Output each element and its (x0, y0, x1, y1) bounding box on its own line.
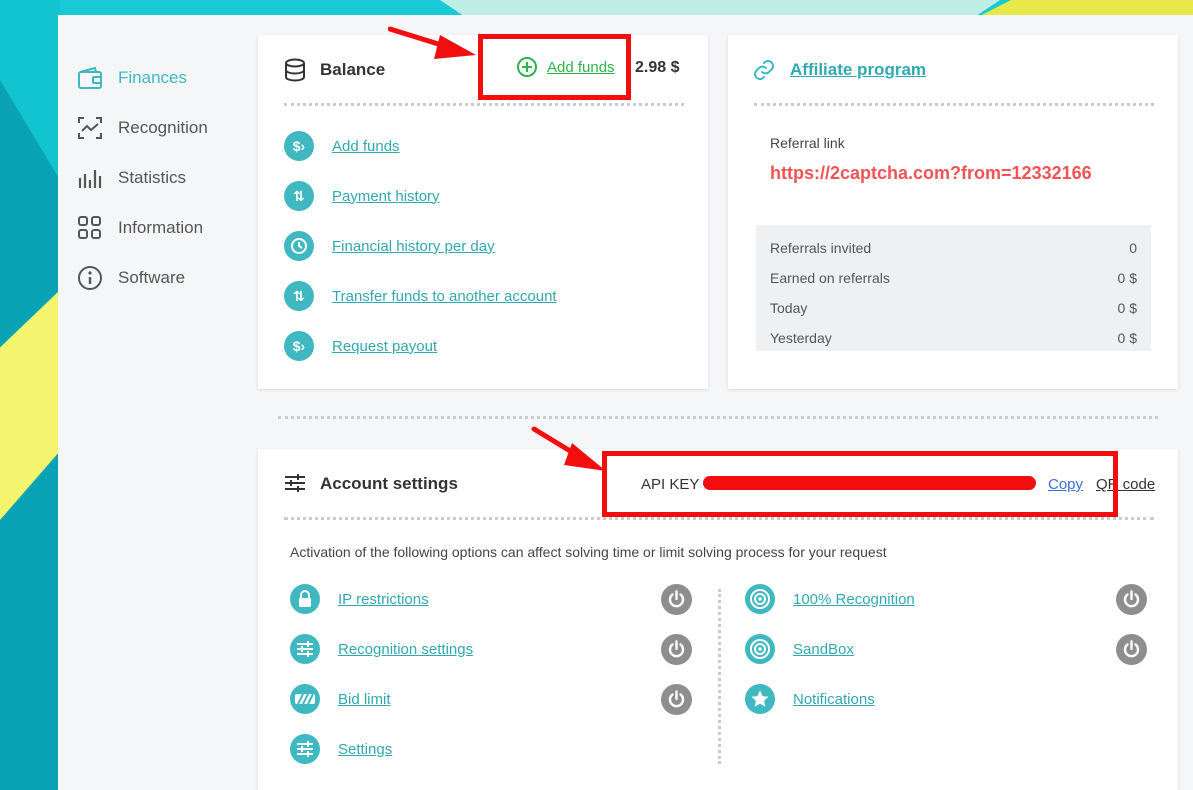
balance-link-add-funds[interactable]: $› Add funds (284, 131, 400, 161)
sidebar-item-label: Software (118, 268, 186, 287)
stat-label: Today (770, 300, 808, 316)
sidebar-item-recognition[interactable]: Recognition (76, 103, 246, 153)
referral-stats-table: Referrals invited 0 Earned on referrals … (756, 225, 1151, 351)
table-row: Today 0 $ (770, 293, 1137, 323)
power-toggle-icon[interactable] (661, 634, 692, 665)
option-bid-limit[interactable]: Bid limit (290, 684, 391, 714)
dollar-arrow-icon: $› (284, 331, 314, 361)
option-label[interactable]: Bid limit (338, 691, 391, 708)
option-label[interactable]: 100% Recognition (793, 591, 915, 608)
balance-link-financial-history[interactable]: Financial history per day (284, 231, 495, 261)
option-sandbox[interactable]: SandBox (745, 634, 854, 664)
option-recognition-settings[interactable]: Recognition settings (290, 634, 473, 664)
link-label[interactable]: Add funds (332, 138, 400, 155)
table-row: Yesterday 0 $ (770, 323, 1137, 353)
stat-value: 0 (1129, 240, 1137, 256)
balance-amount: 2.98 $ (635, 59, 680, 76)
option-label[interactable]: IP restrictions (338, 591, 429, 608)
power-toggle-icon[interactable] (1116, 634, 1147, 665)
transfer-arrows-icon: ⇅ (284, 181, 314, 211)
transfer-arrows-icon: ⇅ (284, 281, 314, 311)
link-label[interactable]: Payment history (332, 188, 440, 205)
link-label[interactable]: Financial history per day (332, 238, 495, 255)
stripe-bar-icon (290, 684, 320, 714)
sliders-icon (284, 472, 306, 499)
star-icon (745, 684, 775, 714)
referral-link-label: Referral link (770, 135, 845, 151)
sidebar-item-statistics[interactable]: Statistics (76, 153, 246, 203)
balance-title: Balance (320, 60, 386, 79)
option-notifications[interactable]: Notifications (745, 684, 875, 714)
option-label[interactable]: Recognition settings (338, 641, 473, 658)
balance-link-payment-history[interactable]: ⇅ Payment history (284, 181, 440, 211)
sidebar-item-software[interactable]: Software (76, 253, 246, 303)
option-ip-restrictions[interactable]: IP restrictions (290, 584, 429, 614)
table-row: Earned on referrals 0 $ (770, 263, 1137, 293)
stat-value: 0 $ (1117, 270, 1137, 286)
affiliate-program-link[interactable]: Affiliate program (790, 60, 926, 80)
background-mint-band (440, 0, 1000, 15)
sidebar-item-label: Information (118, 218, 204, 237)
highlight-box-add-funds (478, 34, 631, 100)
target-icon (745, 634, 775, 664)
history-clock-icon (284, 231, 314, 261)
sidebar-item-label: Statistics (118, 168, 187, 187)
column-divider (718, 589, 721, 764)
option-label[interactable]: SandBox (793, 641, 854, 658)
highlight-box-api-key (602, 451, 1118, 517)
chain-link-icon (752, 58, 776, 87)
stat-label: Referrals invited (770, 240, 872, 256)
sidebar-item-label: Finances (118, 68, 187, 87)
referral-url[interactable]: https://2captcha.com?from=12332166 (770, 163, 1092, 184)
info-icon (76, 264, 104, 292)
stat-value: 0 $ (1117, 330, 1137, 346)
dollar-arrow-icon: $› (284, 131, 314, 161)
section-divider (278, 416, 1158, 419)
background-yellow-left (0, 290, 60, 520)
settings-notice: Activation of the following options can … (290, 544, 887, 560)
bar-chart-icon (76, 164, 104, 192)
red-arrow-icon (531, 426, 606, 471)
stat-label: Yesterday (770, 330, 832, 346)
background-cyan-left (0, 0, 60, 180)
affiliate-card: Affiliate program Referral link https://… (728, 35, 1178, 389)
stat-value: 0 $ (1117, 300, 1137, 316)
balance-link-request-payout[interactable]: $› Request payout (284, 331, 437, 361)
link-label[interactable]: Transfer funds to another account (332, 288, 557, 305)
option-label[interactable]: Settings (338, 741, 392, 758)
option-label[interactable]: Notifications (793, 691, 875, 708)
recognition-icon (76, 114, 104, 142)
stat-label: Earned on referrals (770, 270, 890, 286)
sliders-icon (290, 634, 320, 664)
option-settings[interactable]: Settings (290, 734, 392, 764)
power-toggle-icon[interactable] (661, 584, 692, 615)
divider (284, 517, 1154, 520)
sidebar: Finances Recognition Statistics Informat… (76, 53, 246, 303)
balance-link-transfer-funds[interactable]: ⇅ Transfer funds to another account (284, 281, 557, 311)
option-100-recognition[interactable]: 100% Recognition (745, 584, 915, 614)
sidebar-item-information[interactable]: Information (76, 203, 246, 253)
main-panel: Finances Recognition Statistics Informat… (58, 15, 1193, 790)
account-settings-title: Account settings (320, 474, 458, 493)
wallet-icon (76, 64, 104, 92)
grid-icon (76, 214, 104, 242)
power-toggle-icon[interactable] (1116, 584, 1147, 615)
divider (284, 103, 684, 106)
table-row: Referrals invited 0 (770, 233, 1137, 263)
red-arrow-icon (388, 26, 476, 59)
lock-icon (290, 584, 320, 614)
link-label[interactable]: Request payout (332, 338, 437, 355)
target-icon (745, 584, 775, 614)
divider (754, 103, 1154, 106)
sidebar-item-finances[interactable]: Finances (76, 53, 246, 103)
sliders-icon (290, 734, 320, 764)
database-icon (284, 58, 306, 87)
sidebar-item-label: Recognition (118, 118, 208, 137)
power-toggle-icon[interactable] (661, 684, 692, 715)
